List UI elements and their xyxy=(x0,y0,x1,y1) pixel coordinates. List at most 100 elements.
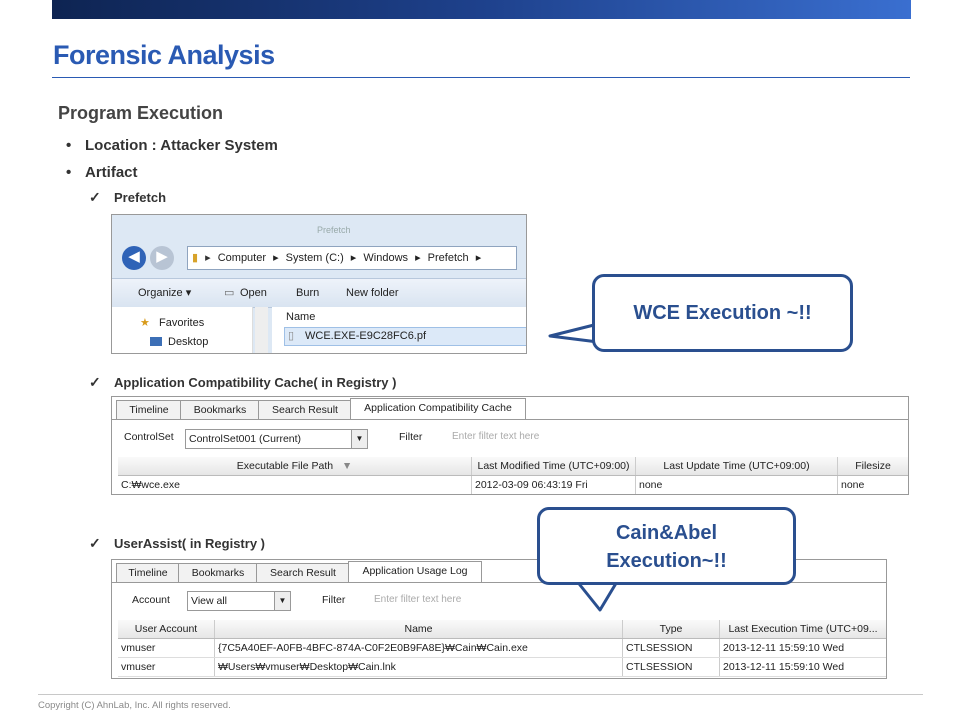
back-arrow-icon[interactable]: ◀ xyxy=(122,246,146,270)
check-userassist: ✓ UserAssist( in Registry ) xyxy=(89,535,265,551)
appcompat-panel: Timeline Bookmarks Search Result Applica… xyxy=(111,396,909,495)
controlset-value: ControlSet001 (Current) xyxy=(189,433,302,445)
cell-user: vmuser xyxy=(118,658,215,676)
breadcrumb-chevron-icon: ▸ xyxy=(273,252,279,264)
bullet-location-text: Location : Attacker System xyxy=(85,137,278,154)
navigation-pane: ★ Favorites Desktop xyxy=(112,307,253,353)
account-value: View all xyxy=(191,595,227,607)
file-list: Name ▯ WCE.EXE-E9C28FC6.pf xyxy=(272,307,526,353)
bullet-dot: • xyxy=(66,164,72,181)
burn-button[interactable]: Burn xyxy=(296,279,319,307)
cell-name: ₩Users₩vmuser₩Desktop₩Cain.lnk xyxy=(215,658,623,676)
tab-timeline[interactable]: Timeline xyxy=(116,563,180,582)
callout-wce-text: WCE Execution ~!! xyxy=(633,302,812,324)
tab-timeline[interactable]: Timeline xyxy=(116,400,182,419)
col-type[interactable]: Type xyxy=(623,620,720,638)
dropdown-arrow-icon: ▼ xyxy=(274,592,290,610)
breadcrumb-prefetch[interactable]: Prefetch xyxy=(428,252,469,264)
forward-arrow-icon[interactable]: ▶ xyxy=(150,246,174,270)
filter-label: Filter xyxy=(322,594,346,606)
cell-time: 2013-12-11 15:59:10 Wed xyxy=(723,661,845,673)
account-select[interactable]: View all ▼ xyxy=(187,591,291,611)
scrollbar[interactable] xyxy=(255,307,268,353)
col-last-execution[interactable]: Last Execution Time (UTC+09... xyxy=(720,620,886,638)
bullet-location: • Location : Attacker System xyxy=(66,137,278,154)
star-icon: ★ xyxy=(140,317,150,329)
col-last-modified[interactable]: Last Modified Time (UTC+09:00) xyxy=(472,457,636,475)
file-name: WCE.EXE-E9C28FC6.pf xyxy=(305,330,427,342)
userassist-grid: User Account Name Type Last Execution Ti… xyxy=(118,620,886,677)
document-icon: ▭ xyxy=(224,287,235,299)
controlset-select[interactable]: ControlSet001 (Current) ▼ xyxy=(185,429,368,449)
tab-app-compat-cache[interactable]: Application Compatibility Cache xyxy=(350,398,526,420)
cell-update: none xyxy=(636,476,838,494)
address-bar[interactable]: ▮ ▸ Computer ▸ System (C:) ▸ Windows ▸ P… xyxy=(187,246,517,270)
table-header: Executable File Path ▼ Last Modified Tim… xyxy=(118,457,908,476)
check-prefetch-text: Prefetch xyxy=(114,190,167,205)
organize-button[interactable]: Organize ▾ xyxy=(138,279,191,307)
check-userassist-text: UserAssist( in Registry ) xyxy=(114,536,265,551)
section-heading: Program Execution xyxy=(58,103,224,123)
account-label: Account xyxy=(132,594,170,606)
filter-input[interactable]: Enter filter text here xyxy=(374,594,461,605)
open-button[interactable]: Open xyxy=(240,279,267,307)
col-last-update[interactable]: Last Update Time (UTC+09:00) xyxy=(636,457,838,475)
checkmark-icon: ✓ xyxy=(89,374,101,390)
tab-app-usage-log[interactable]: Application Usage Log xyxy=(348,561,482,583)
window-title-ghost: Prefetch xyxy=(317,225,351,235)
tab-bookmarks[interactable]: Bookmarks xyxy=(178,563,258,582)
callout-cain-line1: Cain&Abel xyxy=(615,522,718,544)
table-row[interactable]: vmuser ₩Users₩vmuser₩Desktop₩Cain.lnk CT… xyxy=(118,658,886,677)
file-icon: ▯ xyxy=(288,330,295,342)
tab-bookmarks[interactable]: Bookmarks xyxy=(180,400,260,419)
col-name[interactable]: Name xyxy=(215,620,623,638)
cell-path: C:₩wce.exe xyxy=(118,476,472,494)
checkmark-icon: ✓ xyxy=(89,535,101,551)
breadcrumb-chevron-icon: ▸ xyxy=(415,252,421,264)
file-row-selected[interactable]: ▯ WCE.EXE-E9C28FC6.pf xyxy=(284,327,526,346)
footer-divider xyxy=(38,694,923,695)
new-folder-button[interactable]: New folder xyxy=(346,279,399,307)
breadcrumb-windows[interactable]: Windows xyxy=(363,252,408,264)
explorer-window: Prefetch ◀ ▶ ▮ ▸ Computer ▸ System (C:) … xyxy=(111,214,527,354)
cell-type: CTLSESSION xyxy=(623,639,720,657)
table-row[interactable]: C:₩wce.exe 2012-03-09 06:43:19 Fri none … xyxy=(118,476,908,494)
dropdown-arrow-icon: ▼ xyxy=(351,430,367,448)
breadcrumb-chevron-icon: ▸ xyxy=(475,252,482,264)
tab-divider xyxy=(112,419,908,420)
desktop-icon xyxy=(150,337,162,346)
table-header: User Account Name Type Last Execution Ti… xyxy=(118,620,886,639)
check-appcompat-text: Application Compatibility Cache( in Regi… xyxy=(114,375,397,390)
bullet-artifact: • Artifact xyxy=(66,164,138,181)
breadcrumb-chevron-icon: ▸ xyxy=(205,252,211,264)
col-filesize[interactable]: Filesize xyxy=(838,457,908,475)
check-appcompat: ✓ Application Compatibility Cache( in Re… xyxy=(89,374,397,390)
organize-label: Organize xyxy=(138,287,183,299)
bullet-artifact-text: Artifact xyxy=(85,164,138,181)
cell-name: {7C5A40EF-A0FB-4BFC-874A-C0F2E0B9FA8E}₩C… xyxy=(215,639,623,657)
callout-cain-line2: Execution~!! xyxy=(606,550,727,572)
tab-search-result[interactable]: Search Result xyxy=(256,563,350,582)
column-name[interactable]: Name xyxy=(286,311,315,323)
breadcrumb-computer[interactable]: Computer xyxy=(218,252,266,264)
filter-input[interactable]: Enter filter text here xyxy=(452,431,539,442)
callout-wce: WCE Execution ~!! xyxy=(592,274,853,352)
nav-favorites[interactable]: Favorites xyxy=(159,317,204,329)
nav-desktop[interactable]: Desktop xyxy=(168,336,208,348)
col-executable-path[interactable]: Executable File Path ▼ xyxy=(118,457,472,475)
appcompat-grid: Executable File Path ▼ Last Modified Tim… xyxy=(118,457,908,494)
callout-cain: Cain&Abel Execution~!! xyxy=(537,507,796,585)
filter-label: Filter xyxy=(399,431,423,443)
explorer-toolbar: Organize ▾ ▭ Open Burn New folder xyxy=(112,278,526,308)
header-bar xyxy=(52,0,911,19)
cell-filesize: none xyxy=(841,479,865,491)
table-row[interactable]: vmuser {7C5A40EF-A0FB-4BFC-874A-C0F2E0B9… xyxy=(118,639,886,658)
tab-search-result[interactable]: Search Result xyxy=(258,400,352,419)
copyright: Copyright (C) AhnLab, Inc. All rights re… xyxy=(38,700,231,711)
col-executable-path-label: Executable File Path xyxy=(236,460,334,472)
cell-user: vmuser xyxy=(118,639,215,657)
breadcrumb-chevron-icon: ▸ xyxy=(350,252,357,264)
col-user-account[interactable]: User Account xyxy=(118,620,215,638)
check-prefetch: ✓ Prefetch xyxy=(89,189,167,205)
breadcrumb-drive[interactable]: System (C:) xyxy=(286,252,344,264)
